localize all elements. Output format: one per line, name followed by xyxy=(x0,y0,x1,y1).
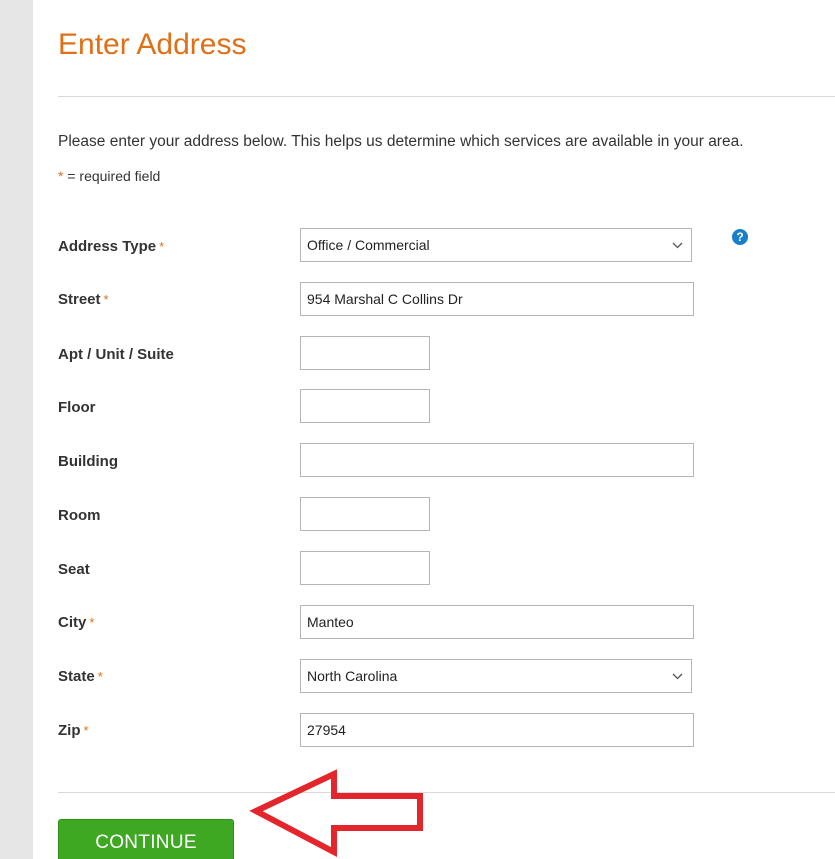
page: Enter Address Please enter your address … xyxy=(0,0,835,859)
apt-unit-suite-label: Apt / Unit / Suite xyxy=(58,346,174,363)
page-title: Enter Address xyxy=(58,28,247,61)
zip-label: Zip * xyxy=(58,722,89,739)
required-field-note: * = required field xyxy=(58,168,160,184)
state-select[interactable]: North Carolina xyxy=(300,659,692,693)
chevron-down-icon xyxy=(672,229,683,261)
address-type-select[interactable]: Office / Commercial xyxy=(300,228,692,262)
city-input[interactable]: Manteo xyxy=(300,605,694,639)
seat-input[interactable] xyxy=(300,551,430,585)
seat-label: Seat xyxy=(58,561,90,578)
apt-unit-suite-input[interactable] xyxy=(300,336,430,370)
street-input[interactable]: 954 Marshal C Collins Dr xyxy=(300,282,694,316)
building-label: Building xyxy=(58,453,118,470)
state-value: North Carolina xyxy=(307,668,398,684)
red-arrow-annotation xyxy=(249,769,423,857)
left-sidebar-strip xyxy=(0,0,33,859)
continue-button[interactable]: CONTINUE xyxy=(58,819,234,859)
zip-input[interactable]: 27954 xyxy=(300,713,694,747)
room-label: Room xyxy=(58,507,101,524)
footer-divider xyxy=(58,792,835,793)
address-type-value: Office / Commercial xyxy=(307,237,430,253)
floor-label: Floor xyxy=(58,399,96,416)
title-divider xyxy=(58,96,835,97)
floor-input[interactable] xyxy=(300,389,430,423)
intro-text: Please enter your address below. This he… xyxy=(58,133,744,150)
city-label: City * xyxy=(58,614,95,631)
chevron-down-icon xyxy=(672,660,683,692)
street-label: Street * xyxy=(58,291,109,308)
address-type-label: Address Type * xyxy=(58,238,165,255)
building-input[interactable] xyxy=(300,443,694,477)
state-label: State * xyxy=(58,668,103,685)
room-input[interactable] xyxy=(300,497,430,531)
required-note-text: = required field xyxy=(63,168,161,184)
help-icon[interactable]: ? xyxy=(732,229,748,245)
